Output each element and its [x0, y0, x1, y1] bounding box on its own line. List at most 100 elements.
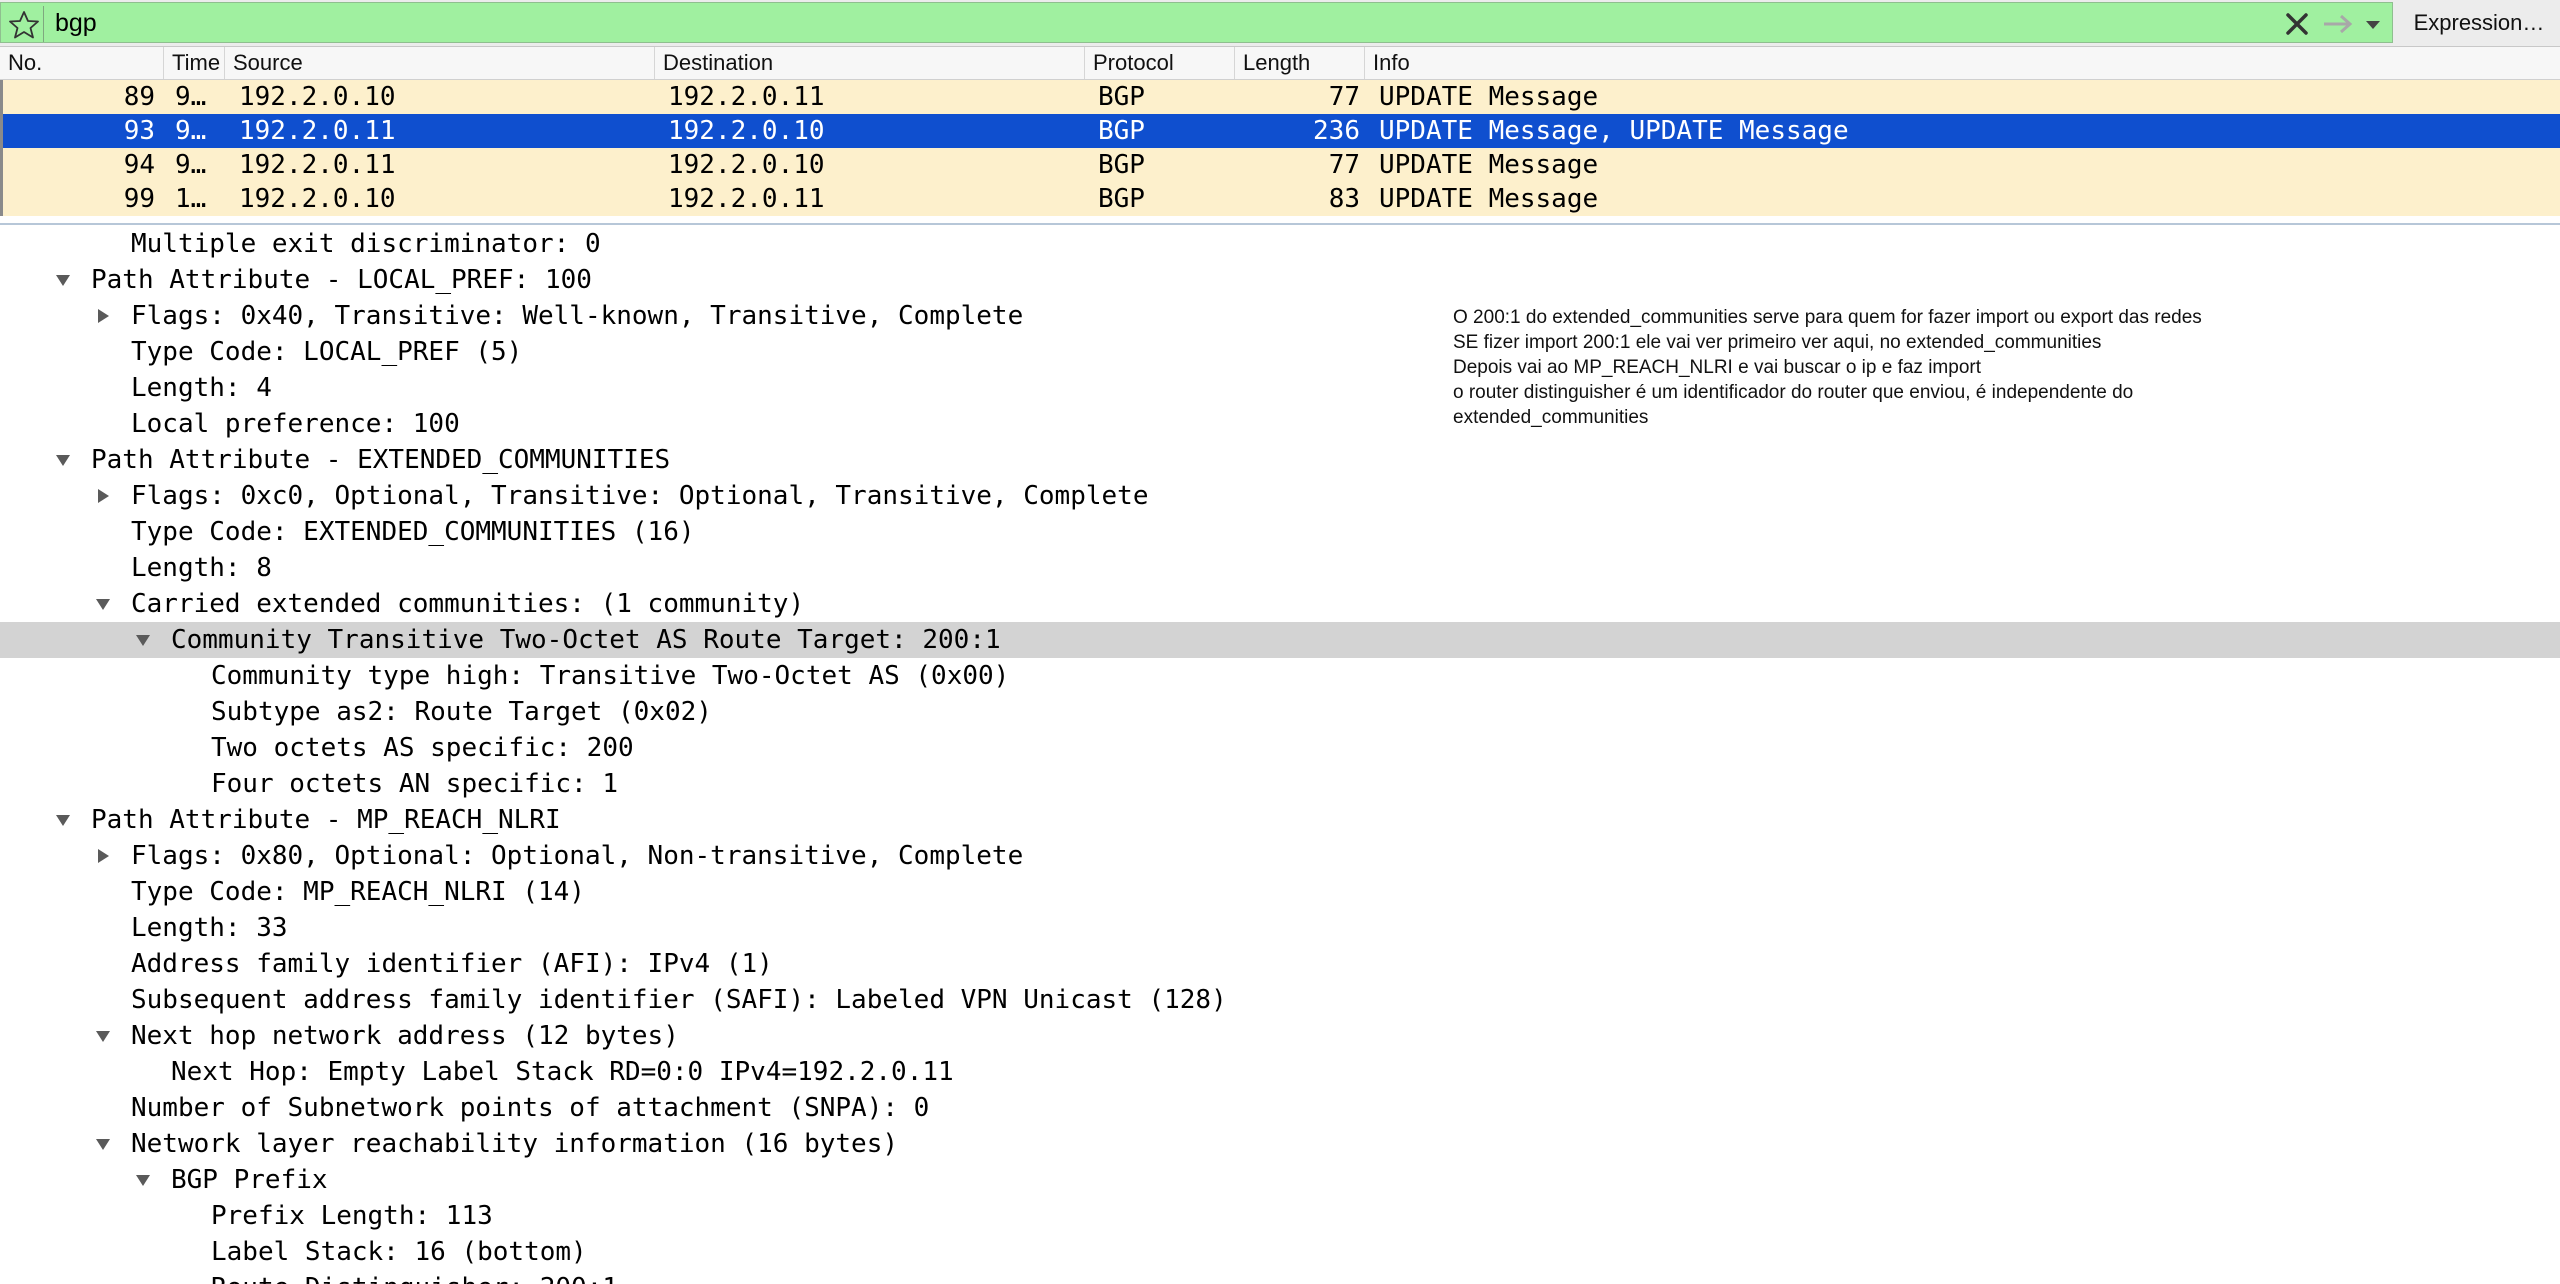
packet-cell-info: UPDATE Message: [1379, 184, 1599, 214]
packet-cell-protocol: BGP: [1098, 82, 1145, 112]
tree-row[interactable]: Next hop network address (12 bytes): [0, 1018, 2560, 1054]
tree-row-label: Four octets AN specific: 1: [211, 769, 618, 799]
tree-row[interactable]: Path Attribute - EXTENDED_COMMUNITIES: [0, 442, 2560, 478]
tree-row-label: Type Code: EXTENDED_COMMUNITIES (16): [131, 517, 695, 547]
tree-expanded-triangle-icon[interactable]: [93, 586, 113, 622]
tree-collapsed-triangle-icon[interactable]: [93, 298, 113, 334]
tree-expanded-triangle-icon[interactable]: [53, 262, 73, 298]
tree-row-label: Flags: 0xc0, Optional, Transitive: Optio…: [131, 481, 1149, 511]
tree-row[interactable]: Number of Subnetwork points of attachmen…: [0, 1090, 2560, 1126]
tree-row[interactable]: Community Transitive Two-Octet AS Route …: [0, 622, 2560, 658]
annotation-notes: O 200:1 do extended_communities serve pa…: [1453, 305, 2273, 430]
apply-filter-arrow-icon[interactable]: [2321, 9, 2355, 39]
tree-row[interactable]: Carried extended communities: (1 communi…: [0, 586, 2560, 622]
tree-row[interactable]: Four octets AN specific: 1: [0, 766, 2560, 802]
tree-row[interactable]: Label Stack: 16 (bottom): [0, 1234, 2560, 1270]
clear-filter-icon[interactable]: [2283, 10, 2311, 38]
packet-cell-info: UPDATE Message, UPDATE Message: [1379, 116, 1849, 146]
packet-cell-destination: 192.2.0.11: [668, 184, 825, 214]
packet-row[interactable]: 99 1… 192.2.0.10 192.2.0.11 BGP 83 UPDATE Mess…: [0, 182, 2560, 216]
tree-row[interactable]: Next Hop: Empty Label Stack RD=0:0 IPv4=…: [0, 1054, 2560, 1090]
packet-row[interactable]: 89 9… 192.2.0.10 192.2.0.11 BGP 77 UPDATE Mess…: [0, 80, 2560, 114]
packet-cell-time: 9…: [175, 150, 207, 180]
tree-row-label: Address family identifier (AFI): IPv4 (1…: [131, 949, 773, 979]
tree-row[interactable]: Address family identifier (AFI): IPv4 (1…: [0, 946, 2560, 982]
tree-expanded-triangle-icon[interactable]: [133, 1162, 153, 1198]
filter-text[interactable]: bgp: [55, 3, 97, 44]
tree-row[interactable]: Path Attribute - LOCAL_PREF: 100: [0, 262, 2560, 298]
tree-row[interactable]: Length: 33: [0, 910, 2560, 946]
tree-row-label: Next hop network address (12 bytes): [131, 1021, 679, 1051]
tree-row[interactable]: Path Attribute - MP_REACH_NLRI: [0, 802, 2560, 838]
tree-row[interactable]: Community type high: Transitive Two-Octe…: [0, 658, 2560, 694]
tree-row-label: Next Hop: Empty Label Stack RD=0:0 IPv4=…: [171, 1057, 954, 1087]
packet-cell-source: 192.2.0.11: [239, 116, 396, 146]
tree-row[interactable]: Flags: 0x80, Optional: Optional, Non-tra…: [0, 838, 2560, 874]
packet-cell-no: 89: [123, 82, 155, 112]
packet-cell-no: 99: [123, 184, 155, 214]
tree-row[interactable]: Multiple exit discriminator: 0: [0, 226, 2560, 262]
note-line: SE fizer import 200:1 ele vai ver primei…: [1453, 332, 2102, 353]
column-header-time[interactable]: Time: [164, 47, 225, 79]
tree-expanded-triangle-icon[interactable]: [133, 622, 153, 658]
packet-cell-no: 94: [123, 150, 155, 180]
bookmark-star-icon[interactable]: [5, 6, 44, 42]
tree-row-label: Subsequent address family identifier (SA…: [131, 985, 1227, 1015]
tree-row-label: Length: 8: [131, 553, 272, 583]
tree-row-label: Length: 33: [131, 913, 288, 943]
tree-row[interactable]: Subtype as2: Route Target (0x02): [0, 694, 2560, 730]
tree-row[interactable]: Type Code: EXTENDED_COMMUNITIES (16): [0, 514, 2560, 550]
column-header-length[interactable]: Length: [1235, 47, 1365, 79]
expression-button[interactable]: Expression…: [2398, 2, 2560, 43]
tree-row-label: Prefix Length: 113: [211, 1201, 493, 1231]
filter-history-chevron-down-icon[interactable]: [2361, 15, 2385, 33]
packet-cell-destination: 192.2.0.11: [668, 82, 825, 112]
packet-cell-no: 93: [123, 116, 155, 146]
tree-row[interactable]: Subsequent address family identifier (SA…: [0, 982, 2560, 1018]
tree-row[interactable]: Route Distinguisher: 200:1: [0, 1270, 2560, 1284]
tree-row-label: BGP Prefix: [171, 1165, 328, 1195]
tree-expanded-triangle-icon[interactable]: [93, 1018, 113, 1054]
tree-row-label: Path Attribute - MP_REACH_NLRI: [91, 805, 561, 835]
tree-row-label: Multiple exit discriminator: 0: [131, 229, 601, 259]
display-filter-input[interactable]: bgp: [0, 2, 2393, 43]
packet-row[interactable]: 93 9… 192.2.0.11 192.2.0.10 BGP 236 UPDATE Mes…: [0, 114, 2560, 148]
tree-row-label: Network layer reachability information (…: [131, 1129, 899, 1159]
packet-cell-length: 236: [1313, 116, 1360, 146]
packet-cell-protocol: BGP: [1098, 184, 1145, 214]
note-line: O 200:1 do extended_communities serve pa…: [1453, 307, 2202, 328]
packet-cell-length: 77: [1328, 82, 1360, 112]
tree-row[interactable]: Prefix Length: 113: [0, 1198, 2560, 1234]
tree-row-label: Label Stack: 16 (bottom): [211, 1237, 587, 1267]
tree-row-label: Flags: 0x40, Transitive: Well-known, Tra…: [131, 301, 1024, 331]
tree-row[interactable]: Network layer reachability information (…: [0, 1126, 2560, 1162]
tree-row-label: Path Attribute - LOCAL_PREF: 100: [91, 265, 592, 295]
tree-collapsed-triangle-icon[interactable]: [93, 478, 113, 514]
tree-row-label: Route Distinguisher: 200:1: [211, 1270, 618, 1284]
tree-collapsed-triangle-icon[interactable]: [93, 838, 113, 874]
packet-cell-protocol: BGP: [1098, 116, 1145, 146]
tree-expanded-triangle-icon[interactable]: [93, 1126, 113, 1162]
tree-row[interactable]: Length: 8: [0, 550, 2560, 586]
tree-row-label: Subtype as2: Route Target (0x02): [211, 697, 712, 727]
column-header-info[interactable]: Info: [1365, 47, 2560, 79]
tree-row-label: Carried extended communities: (1 communi…: [131, 589, 805, 619]
column-header-no[interactable]: No.: [0, 47, 164, 79]
column-header-source[interactable]: Source: [225, 47, 655, 79]
tree-row-label: Type Code: LOCAL_PREF (5): [131, 337, 523, 367]
tree-expanded-triangle-icon[interactable]: [53, 442, 73, 478]
tree-row-label: Local preference: 100: [131, 409, 460, 439]
note-line: Depois vai ao MP_REACH_NLRI e vai buscar…: [1453, 357, 1982, 378]
packet-cell-info: UPDATE Message: [1379, 150, 1599, 180]
column-header-destination[interactable]: Destination: [655, 47, 1085, 79]
tree-row[interactable]: Type Code: MP_REACH_NLRI (14): [0, 874, 2560, 910]
packet-row[interactable]: 94 9… 192.2.0.11 192.2.0.10 BGP 77 UPDATE Mess…: [0, 148, 2560, 182]
tree-row[interactable]: Two octets AS specific: 200: [0, 730, 2560, 766]
tree-row[interactable]: Flags: 0xc0, Optional, Transitive: Optio…: [0, 478, 2560, 514]
note-line: o router distinguisher é um identificado…: [1453, 382, 2134, 428]
tree-expanded-triangle-icon[interactable]: [53, 802, 73, 838]
display-filter-toolbar: bgp Expression…: [0, 0, 2560, 47]
column-header-protocol[interactable]: Protocol: [1085, 47, 1235, 79]
tree-row[interactable]: BGP Prefix: [0, 1162, 2560, 1198]
packet-cell-time: 9…: [175, 116, 207, 146]
